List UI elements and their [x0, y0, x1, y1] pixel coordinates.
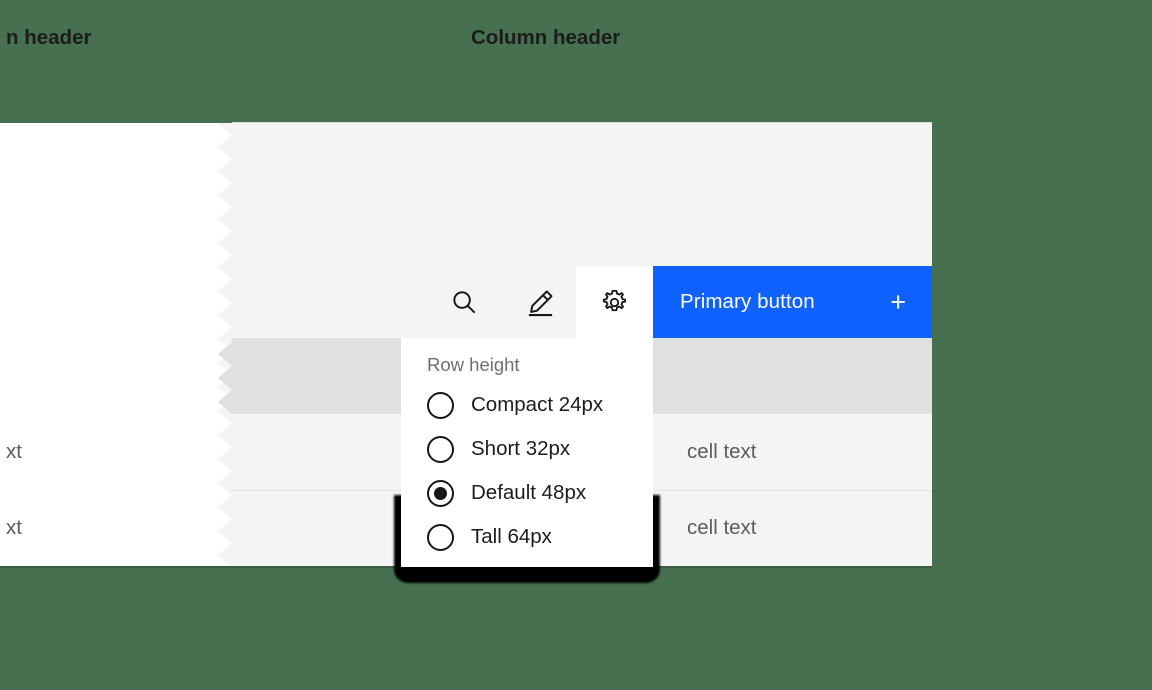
table-cell-left-row1: xt — [6, 440, 22, 463]
panel-top-hairline — [232, 122, 932, 123]
settings-button[interactable] — [576, 266, 653, 339]
edit-icon — [525, 287, 556, 318]
table-cell-right-row2: cell text — [687, 516, 757, 539]
row-height-option-tall-label: Tall 64px — [471, 525, 552, 548]
radio-icon-tall[interactable] — [427, 523, 454, 551]
row-height-option-short-label: Short 32px — [471, 437, 571, 460]
add-icon: + — [890, 286, 906, 317]
row-height-option-compact-label: Compact 24px — [471, 393, 604, 416]
row-height-option-compact[interactable]: Compact 24px — [427, 388, 653, 422]
gear-icon — [600, 288, 629, 317]
row-height-option-short[interactable]: Short 32px — [427, 432, 653, 466]
column-header-right: Column header — [471, 26, 621, 49]
table-cell-right-row1: cell text — [687, 440, 757, 463]
search-button[interactable] — [426, 266, 503, 338]
primary-button-label: Primary button — [680, 290, 815, 313]
left-cutoff-surface — [0, 123, 233, 567]
radio-icon-compact[interactable] — [427, 391, 454, 419]
primary-button[interactable]: Primary button + — [653, 266, 932, 338]
row-height-dropdown: Row height Compact 24px Short 32px Defau… — [401, 338, 653, 567]
column-header-left: n header — [6, 26, 92, 49]
row-height-option-default[interactable]: Default 48px — [427, 476, 653, 510]
row-height-option-tall[interactable]: Tall 64px — [427, 520, 653, 554]
edit-button[interactable] — [502, 266, 579, 338]
table-cell-left-row2: xt — [6, 516, 22, 539]
search-icon — [449, 287, 480, 318]
screenshot-stage: n header Column header xt cell text xt c… — [0, 0, 1152, 690]
radio-icon-short[interactable] — [427, 435, 454, 463]
row-height-option-default-label: Default 48px — [471, 481, 587, 504]
dropdown-title: Row height — [427, 354, 520, 375]
radio-icon-default[interactable] — [427, 479, 454, 507]
